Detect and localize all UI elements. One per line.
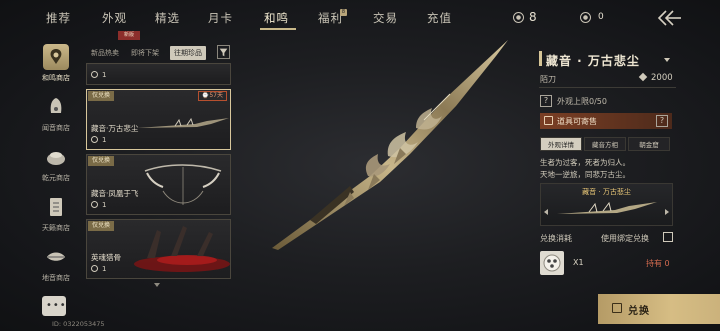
exchange-icon: [612, 303, 622, 313]
title-accent-bar: [539, 51, 542, 66]
new-version-tag: 新版: [118, 31, 140, 40]
divider: [539, 87, 676, 88]
relic-thumbnail: [134, 226, 230, 272]
cost-quantity: X1: [573, 258, 584, 267]
diamond-icon: [638, 72, 648, 82]
description-line: 生者为过客，死者为归人。: [540, 158, 630, 167]
sidebar-item-wenyin-shop[interactable]: 闻音商店: [34, 94, 78, 144]
tab-recommend[interactable]: 推荐: [46, 10, 71, 26]
sidebar-item-heming-shop[interactable]: 和鸣商店: [34, 44, 78, 94]
top-nav-bar: 推荐 外观 精选 月卡 和鸣 福利 8 交易 充值 8 0: [0, 0, 720, 36]
preview-carousel[interactable]: 藏音 · 万古悲尘: [540, 183, 673, 226]
bean-value: 0: [598, 12, 604, 22]
coin-icon: [91, 71, 98, 78]
filter-tab-new[interactable]: 新品热卖: [91, 46, 119, 60]
coin-icon: [513, 12, 524, 23]
tab-appearance[interactable]: 外观: [102, 10, 127, 26]
exchange-only-tag: 仅兑换: [88, 156, 115, 166]
item-count: 1: [91, 71, 106, 79]
item-name: 藏音·万古悲尘: [91, 124, 139, 133]
list-item[interactable]: 仅兑换 藏音·凤凰于飞 1: [86, 154, 231, 215]
owned-count: 持有 0: [646, 259, 670, 268]
tab-monthly-card[interactable]: 月卡: [208, 10, 233, 26]
bow-thumbnail: [144, 164, 222, 205]
sidebar-label: 地音商店: [42, 274, 70, 282]
tab-featured[interactable]: 精选: [155, 10, 180, 26]
exchange-only-tag: 仅兑换: [88, 91, 115, 101]
tradeable-banner: 道具可寄售: [540, 113, 672, 129]
bag-icon: [47, 152, 65, 165]
more-dots-icon: •••: [46, 300, 67, 311]
scroll-down-arrow[interactable]: [154, 283, 160, 287]
exchange-button[interactable]: 兑换: [598, 294, 720, 324]
sidebar-label: 和鸣商店: [42, 74, 70, 82]
tab-recharge[interactable]: 充值: [427, 10, 452, 26]
coin-icon: [91, 265, 98, 272]
bind-exchange-checkbox[interactable]: [663, 232, 673, 242]
weapon-thumbnail: [137, 117, 229, 128]
list-item[interactable]: 仅兑换 英魂猎骨 1: [86, 219, 231, 279]
item-name: 英魂猎骨: [91, 253, 121, 262]
chat-button[interactable]: •••: [42, 296, 66, 316]
heming-shop-icon: [43, 44, 69, 70]
filter-tab-past[interactable]: 往期珍品: [170, 46, 206, 60]
subtab-chaojinku[interactable]: 朝金窟: [628, 137, 670, 151]
coin-value: 8: [529, 10, 537, 24]
prev-arrow-icon[interactable]: [544, 209, 548, 215]
preview-weapon-image: [557, 201, 657, 214]
coin-icon: [91, 136, 98, 143]
preview-name: 藏音 · 万古悲尘: [582, 188, 631, 196]
welfare-badge: 8: [340, 9, 347, 16]
user-id: ID: 0322053475: [52, 320, 105, 328]
token-icon[interactable]: [540, 251, 564, 275]
bind-exchange-label: 使用绑定兑换: [601, 234, 649, 243]
sidebar-label: 闻音商店: [42, 124, 70, 132]
subtab-appearance-detail[interactable]: 外观详情: [540, 137, 582, 151]
sidebar-label: 天籁商店: [42, 224, 70, 232]
cost-label: 兑换消耗: [540, 234, 572, 243]
sidebar-label: 乾元商店: [42, 174, 70, 182]
coin-icon: [91, 201, 98, 208]
double-chevron-left-icon[interactable]: [656, 8, 682, 28]
item-title: 藏音 · 万古悲尘: [546, 54, 640, 68]
lips-icon: [47, 252, 65, 261]
sidebar-item-qianyuan-shop[interactable]: 乾元商店: [34, 144, 78, 194]
help-icon[interactable]: ?: [656, 115, 668, 127]
tab-trade[interactable]: 交易: [373, 10, 398, 26]
weapon-3d-preview[interactable]: [250, 36, 540, 266]
subtab-cangyin[interactable]: 藏音方相: [584, 137, 626, 151]
sidebar-item-diyin-shop[interactable]: 地音商店: [34, 244, 78, 294]
bell-icon: [50, 98, 62, 113]
description-line: 天地一逆旅，同悲万古尘。: [540, 170, 630, 179]
next-arrow-icon[interactable]: [665, 209, 669, 215]
filter-icon[interactable]: [217, 45, 230, 59]
active-tab-underline: [260, 28, 296, 30]
chevron-down-icon[interactable]: [664, 58, 670, 62]
tradeable-icon: [544, 116, 553, 125]
bean-icon: [580, 12, 591, 23]
item-count: 1: [91, 201, 106, 209]
scroll-icon: [50, 198, 62, 216]
tab-heming[interactable]: 和鸣: [264, 10, 289, 26]
item-count: 1: [91, 265, 106, 273]
sidebar-item-tianlai-shop[interactable]: 天籁商店: [34, 194, 78, 244]
item-count: 1: [91, 136, 106, 144]
weapon-type: 陌刀: [540, 75, 556, 84]
time-left-badge: ⌚57天: [197, 91, 227, 101]
filter-tab-leaving[interactable]: 即将下架: [131, 46, 159, 60]
list-item-selected[interactable]: 仅兑换 ⌚57天 藏音·万古悲尘 1: [86, 89, 231, 150]
appearance-limit: 外观上限0/50: [557, 97, 607, 106]
list-item[interactable]: 1: [86, 63, 231, 85]
item-name: 藏音·凤凰于飞: [91, 189, 139, 198]
price: 2000: [638, 72, 673, 83]
help-icon[interactable]: ?: [540, 95, 552, 107]
